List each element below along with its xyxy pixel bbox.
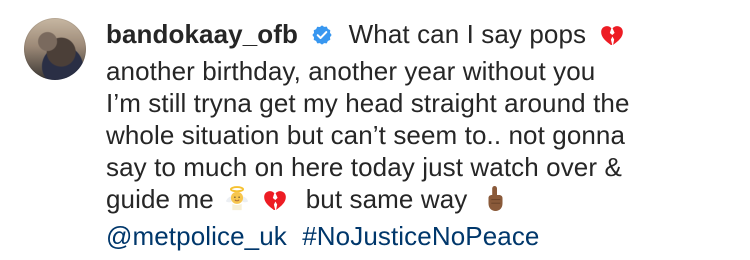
hashtag-link[interactable]: #NoJusticeNoPeace xyxy=(302,221,539,251)
comment-line-5: say to much on here today just watch ove… xyxy=(106,152,622,182)
index-pointing-up-emoji xyxy=(485,185,505,220)
comment-line-2: another birthday, another year without y… xyxy=(106,56,596,86)
comment-line-6: guide me but same way xyxy=(106,183,630,220)
mention-link[interactable]: @metpolice_uk xyxy=(106,221,287,251)
comment-body: bandokaay_ofb What can I say pops anothe… xyxy=(106,18,630,252)
comment-text-6: guide me xyxy=(106,184,214,214)
comment-text-7: but same way xyxy=(305,184,468,214)
comment-line-4: whole situation but can’t seem to.. not … xyxy=(106,120,626,150)
comment-line-3: I’m still tryna get my head straight aro… xyxy=(106,88,630,118)
broken-heart-emoji-2 xyxy=(262,187,288,220)
username[interactable]: bandokaay_ofb xyxy=(106,19,298,49)
baby-angel-emoji xyxy=(223,185,251,220)
avatar[interactable] xyxy=(24,18,86,80)
comment-line-8: @metpolice_uk #NoJusticeNoPeace xyxy=(106,220,630,252)
comment: bandokaay_ofb What can I say pops anothe… xyxy=(24,18,734,252)
comment-line-1: bandokaay_ofb What can I say pops xyxy=(106,18,630,55)
verified-badge-icon xyxy=(311,21,333,53)
comment-text-1: What can I say pops xyxy=(348,19,587,49)
broken-heart-emoji xyxy=(599,22,625,55)
